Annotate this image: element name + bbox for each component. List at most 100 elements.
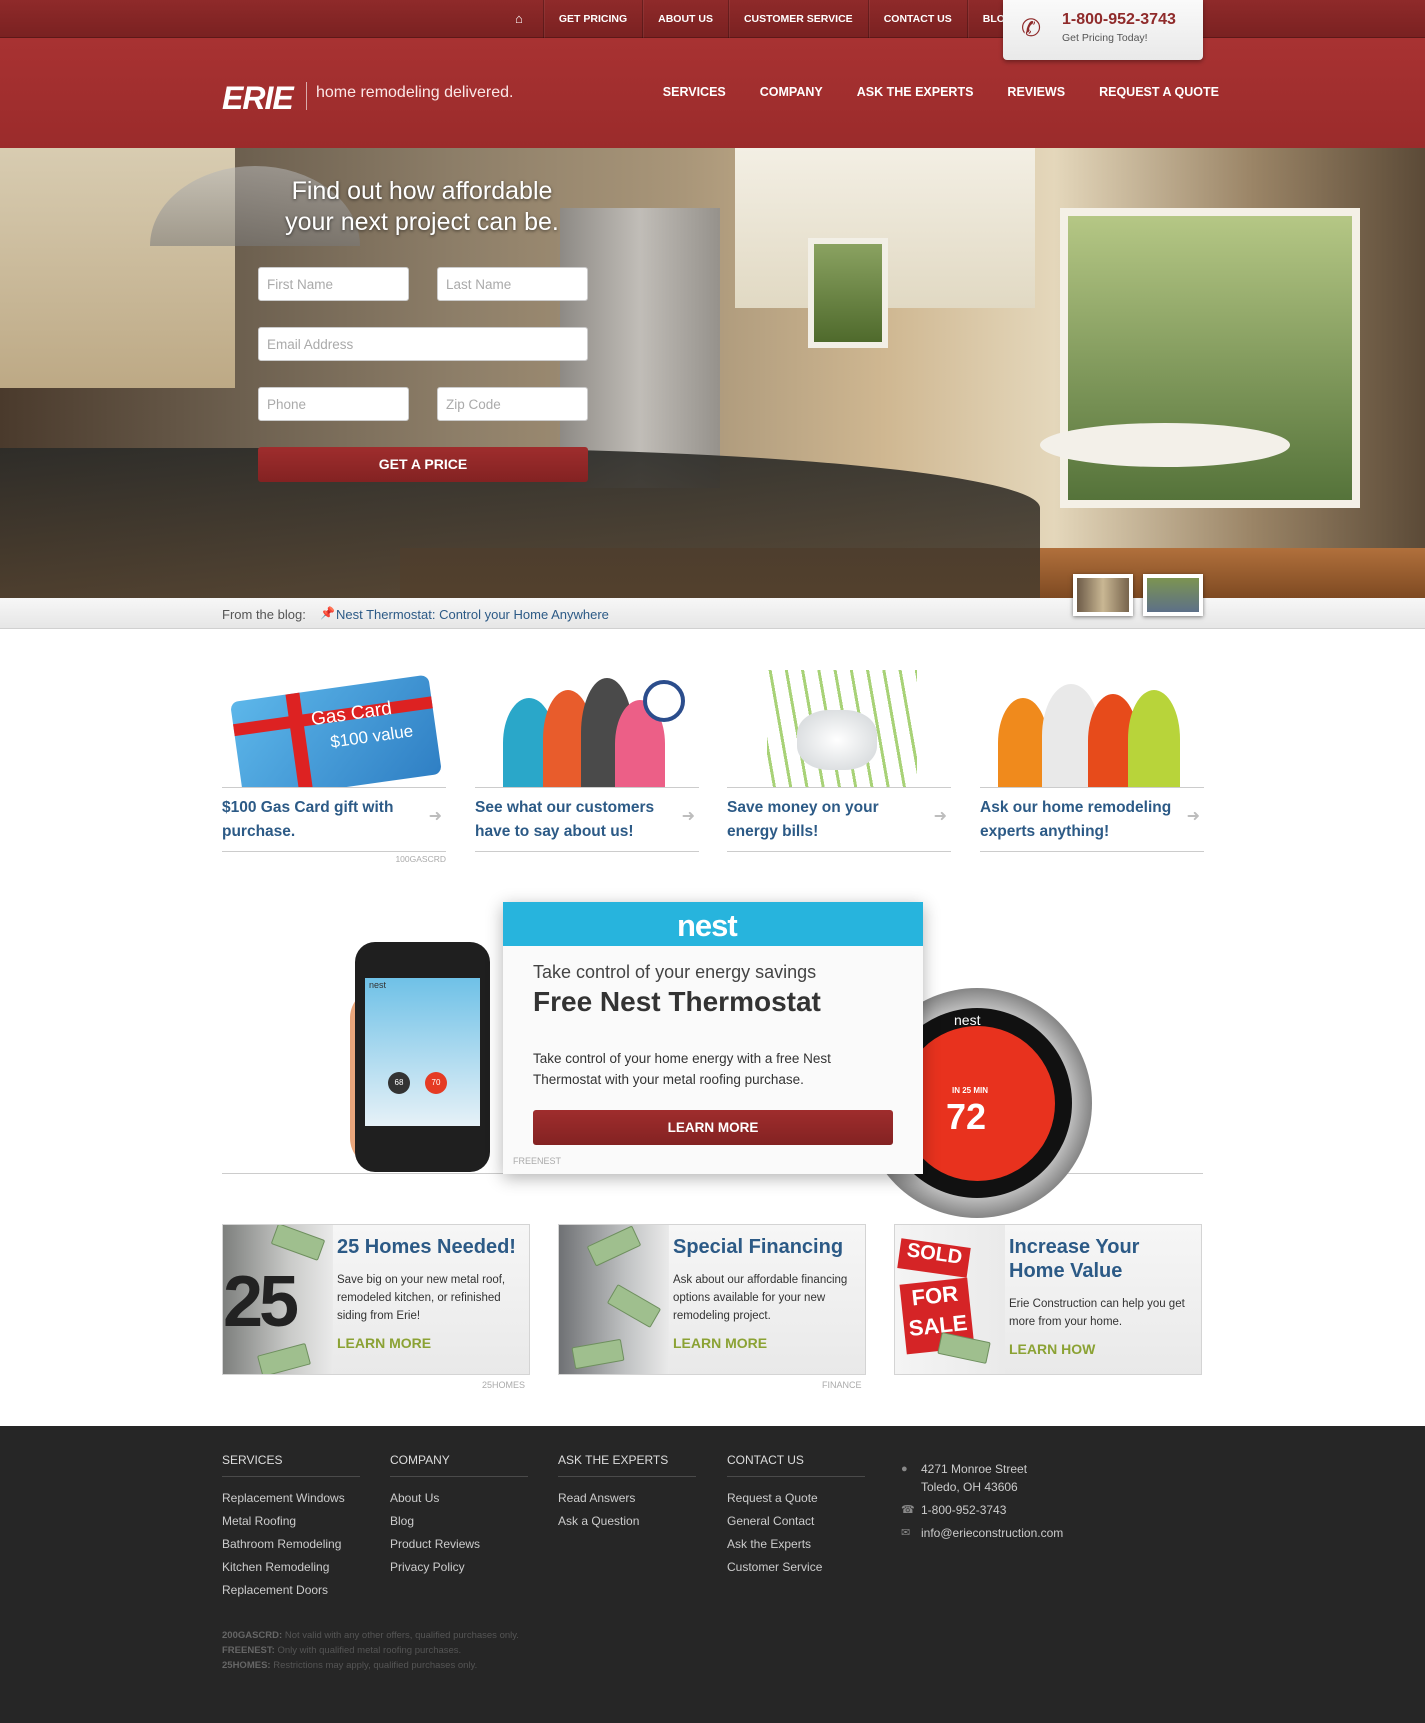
footer-phone-number: 1-800-952-3743: [921, 1503, 1007, 1517]
promo-sold-sign-image: SOLD FOR SALE: [895, 1225, 1005, 1374]
top-nav: ⌂ GET PRICING ABOUT US CUSTOMER SERVICE …: [495, 0, 1030, 38]
phone-icon: ☎: [901, 1504, 915, 1516]
footer-link[interactable]: Read Answers: [558, 1491, 696, 1505]
nest-description: Take control of your home energy with a …: [533, 1051, 831, 1087]
footer-link[interactable]: Ask the Experts: [727, 1537, 865, 1551]
get-a-price-button[interactable]: GET A PRICE: [258, 447, 588, 482]
footer-link[interactable]: Replacement Windows: [222, 1491, 360, 1505]
footer-col-services: SERVICES Replacement Windows Metal Roofi…: [222, 1453, 360, 1606]
footer-link[interactable]: Product Reviews: [390, 1537, 528, 1551]
footer-link[interactable]: Bathroom Remodeling: [222, 1537, 360, 1551]
promo-code: 25HOMES: [482, 1380, 526, 1390]
feature-title[interactable]: See what our customers have to say about…: [475, 796, 671, 844]
gas-card-graphic: Gas Card $100 value: [230, 674, 442, 787]
promo-financing-image: [559, 1225, 669, 1374]
phone-icon: ✆: [1021, 15, 1042, 42]
topnav-get-pricing[interactable]: GET PRICING: [544, 0, 644, 38]
badge-icon: [643, 680, 685, 722]
nav-services[interactable]: SERVICES: [663, 85, 726, 99]
learn-more-button[interactable]: LEARN MORE: [533, 1110, 893, 1145]
promo-title[interactable]: 25 Homes Needed!: [337, 1235, 523, 1259]
tagline: home remodeling delivered.: [316, 84, 514, 101]
email-input[interactable]: [258, 327, 588, 361]
sold-sign: SOLD: [897, 1238, 971, 1278]
topnav-customer-service[interactable]: CUSTOMER SERVICE: [729, 0, 869, 38]
promo-25-number: 25: [223, 1262, 299, 1342]
footer: [0, 1426, 1425, 1723]
nav-reviews[interactable]: REVIEWS: [1007, 85, 1065, 99]
blog-post-link[interactable]: Nest Thermostat: Control your Home Anywh…: [336, 607, 609, 622]
footer-link[interactable]: General Contact: [727, 1514, 865, 1528]
disclaimer-text: Only with qualified metal roofing purcha…: [277, 1645, 462, 1656]
phone-temp-dial: 70: [425, 1072, 447, 1094]
chevron-right-icon[interactable]: ➜: [429, 806, 442, 826]
footer-link[interactable]: Replacement Doors: [222, 1583, 360, 1597]
phone-input[interactable]: [258, 387, 409, 421]
footer-heading: ASK THE EXPERTS: [558, 1453, 696, 1477]
promo-special-financing[interactable]: Special Financing Ask about our affordab…: [558, 1224, 866, 1375]
chevron-right-icon[interactable]: ➜: [682, 806, 695, 826]
phone-callout[interactable]: ✆ 1-800-952-3743 Get Pricing Today!: [1003, 0, 1203, 60]
feature-title[interactable]: $100 Gas Card gift with purchase.: [222, 796, 418, 844]
footer-link[interactable]: Privacy Policy: [390, 1560, 528, 1574]
nest-title: Free Nest Thermostat: [533, 986, 821, 1017]
blog-label: From the blog:: [222, 607, 306, 622]
workers-group-image: [980, 670, 1204, 788]
phone-number: 1-800-952-3743: [1062, 11, 1176, 28]
promo-body: Ask about our affordable financing optio…: [673, 1274, 848, 1322]
hero-slide-thumbnail-2[interactable]: [1143, 574, 1203, 616]
footer-link[interactable]: Request a Quote: [727, 1491, 865, 1505]
promo-body: Erie Construction can help you get more …: [1009, 1298, 1185, 1328]
promo-code: FREENEST: [513, 1156, 562, 1166]
nest-subtitle: Take control of your energy savings: [533, 962, 817, 982]
footer-heading: CONTACT US: [727, 1453, 865, 1477]
footer-link[interactable]: Blog: [390, 1514, 528, 1528]
feature-energy-savings[interactable]: Save money on your energy bills! ➜: [727, 670, 951, 852]
footer-link[interactable]: Customer Service: [727, 1560, 865, 1574]
last-name-input[interactable]: [437, 267, 588, 301]
promo-home-value[interactable]: SOLD FOR SALE Increase Your Home Value E…: [894, 1224, 1202, 1375]
chevron-right-icon[interactable]: ➜: [934, 806, 947, 826]
footer-phone[interactable]: ☎ 1-800-952-3743: [901, 1501, 1063, 1519]
hero-title: Find out how affordable your next projec…: [232, 176, 612, 238]
footer-link[interactable]: Kitchen Remodeling: [222, 1560, 360, 1574]
footer-link[interactable]: Metal Roofing: [222, 1514, 360, 1528]
hero-slide-thumbnail-1[interactable]: [1073, 574, 1133, 616]
feature-title[interactable]: Ask our home remodeling experts anything…: [980, 796, 1176, 844]
promo-title[interactable]: Special Financing: [673, 1235, 859, 1259]
location-pin-icon: ●: [901, 1463, 908, 1475]
gas-card-image: Gas Card $100 value: [222, 670, 446, 788]
topnav-contact-us[interactable]: CONTACT US: [869, 0, 968, 38]
feature-gas-card[interactable]: Gas Card $100 value $100 Gas Card gift w…: [222, 670, 446, 864]
promo-title[interactable]: Increase Your Home Value: [1009, 1235, 1195, 1283]
chevron-right-icon[interactable]: ➜: [1187, 806, 1200, 826]
feature-customer-reviews[interactable]: See what our customers have to say about…: [475, 670, 699, 852]
learn-how-link[interactable]: LEARN HOW: [1009, 1341, 1095, 1357]
feature-divider: [980, 851, 1204, 852]
disclaimer-row: FREENEST: Only with qualified metal roof…: [222, 1643, 519, 1658]
feature-title[interactable]: Save money on your energy bills!: [727, 796, 923, 844]
logo[interactable]: ERIE: [222, 80, 294, 117]
home-icon[interactable]: ⌂: [495, 0, 544, 38]
footer-contact-info: ● 4271 Monroe Street Toledo, OH 43606 ☎ …: [901, 1460, 1063, 1547]
learn-more-link[interactable]: LEARN MORE: [673, 1335, 767, 1351]
disclaimer-code: 25HOMES:: [222, 1660, 271, 1671]
footer-disclaimers: 200GASCRD: Not valid with any other offe…: [222, 1628, 519, 1673]
footer-link[interactable]: Ask a Question: [558, 1514, 696, 1528]
nav-request-a-quote[interactable]: REQUEST A QUOTE: [1099, 85, 1219, 99]
nav-ask-the-experts[interactable]: ASK THE EXPERTS: [857, 85, 974, 99]
nest-offer-card: nest Take control of your energy savings…: [503, 902, 923, 1174]
thermostat-note: IN 25 MIN: [952, 1086, 989, 1095]
feature-ask-experts[interactable]: Ask our home remodeling experts anything…: [980, 670, 1204, 852]
zip-code-input[interactable]: [437, 387, 588, 421]
hero-title-line1: Find out how affordable: [291, 177, 553, 205]
footer-link[interactable]: About Us: [390, 1491, 528, 1505]
promo-25-homes[interactable]: 25 25 Homes Needed! Save big on your new…: [222, 1224, 530, 1375]
learn-more-link[interactable]: LEARN MORE: [337, 1335, 431, 1351]
smartphone-image: nest 68 70: [355, 942, 490, 1172]
nav-company[interactable]: COMPANY: [760, 85, 823, 99]
topnav-about-us[interactable]: ABOUT US: [643, 0, 729, 38]
first-name-input[interactable]: [258, 267, 409, 301]
footer-email[interactable]: ✉ info@erieconstruction.com: [901, 1524, 1063, 1542]
cash-icon: [606, 1283, 662, 1329]
